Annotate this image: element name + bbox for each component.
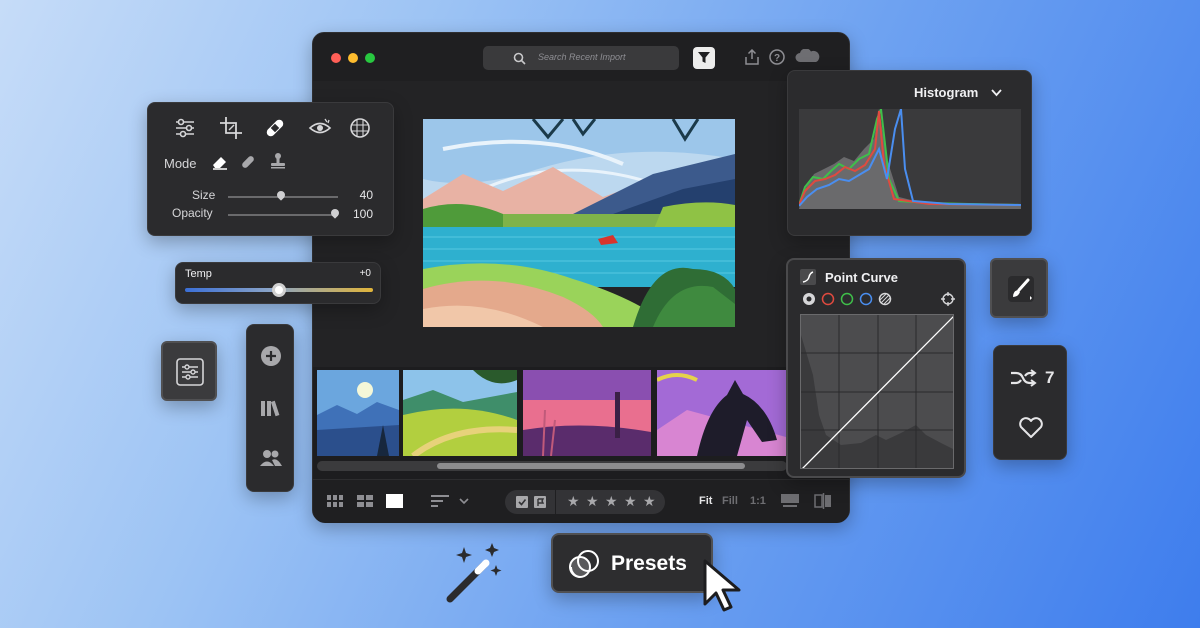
target-adjust-icon[interactable] [941,292,955,306]
pick-flag-icon[interactable] [516,496,528,508]
left-tool-rail [246,324,294,492]
sort-icon[interactable] [431,495,449,507]
scrollbar-thumb[interactable] [437,463,745,469]
histogram-plot [798,108,1022,209]
zoom-one-to-one[interactable]: 1:1 [750,495,766,507]
minimize-window-button[interactable] [348,53,358,63]
heart-icon[interactable] [1018,417,1044,439]
parametric-curve-icon[interactable] [878,292,892,306]
bandage-icon[interactable] [262,115,288,141]
temp-slider-panel: Temp +0 [175,262,381,304]
help-icon[interactable]: ? [769,49,785,65]
share-icon[interactable] [745,49,759,65]
filter-button[interactable] [693,47,715,69]
filmstrip [317,370,797,456]
zoom-fill[interactable]: Fill [722,495,738,507]
sliders-icon[interactable] [172,115,198,141]
temp-label: Temp [185,268,212,280]
chevron-down-icon[interactable] [991,89,1002,97]
filmstrip-thumb[interactable] [403,370,517,456]
cursor-icon [703,559,741,612]
flag-rating-bar: ★ ★ ★ ★ ★ [505,490,665,514]
chevron-down-icon[interactable] [459,498,469,505]
reject-flag-icon[interactable] [534,496,546,508]
adjustments-button[interactable] [161,341,217,401]
zoom-fit[interactable]: Fit [699,495,712,507]
stamp-icon[interactable] [269,152,287,170]
heal-icon[interactable] [239,153,257,171]
point-curve-panel: Point Curve [786,258,966,478]
split-view-icon[interactable] [814,493,832,509]
size-label: Size [192,188,216,202]
search-icon [513,52,526,65]
size-slider-knob[interactable] [275,189,287,201]
remix-card: 7 [993,345,1067,460]
star-rating[interactable]: ★ ★ ★ ★ ★ [567,494,657,510]
close-window-button[interactable] [331,53,341,63]
filmstrip-thumb[interactable] [523,370,651,456]
curve-icon [800,269,816,285]
blue-channel-icon[interactable] [859,292,873,306]
opacity-value: 100 [352,207,373,221]
eraser-icon[interactable] [211,153,229,171]
presets-button[interactable]: Presets [551,533,713,593]
mode-label: Mode [164,156,197,171]
size-value: 40 [359,188,373,202]
temp-value: +0 [359,268,371,279]
point-curve-title: Point Curve [825,270,898,285]
detail-view-icon[interactable] [386,494,403,508]
svg-text:?: ? [774,53,780,64]
filmstrip-thumb[interactable] [657,370,797,456]
filmstrip-thumb[interactable] [317,370,399,456]
filmstrip-scrollbar[interactable] [317,461,787,471]
plus-icon[interactable] [260,345,282,367]
rgb-channel-icon[interactable] [802,292,816,306]
search-input[interactable]: Search Recent Import [483,46,679,70]
search-placeholder: Search Recent Import [538,52,626,62]
divider [555,490,556,514]
compare-icon[interactable] [781,494,799,508]
presets-label: Presets [611,552,687,575]
presets-icon [569,550,599,578]
redeye-icon[interactable] [307,115,333,141]
main-photo [423,119,735,327]
square-grid-icon[interactable] [357,495,373,507]
curve-graph[interactable] [800,314,954,469]
healing-tool-panel: Mode Size 40 Opacity 100 [147,102,394,236]
histogram-panel: Histogram [787,70,1032,236]
people-icon[interactable] [259,449,283,467]
sliders-icon [176,358,204,386]
remix-icon[interactable] [1009,368,1037,388]
filter-icon [698,52,710,63]
opacity-slider-knob[interactable] [329,207,341,219]
library-icon[interactable] [260,398,282,418]
remix-count: 7 [1045,368,1055,387]
mask-icon[interactable] [347,115,373,141]
brush-icon [1008,276,1034,302]
opacity-slider[interactable] [228,214,338,216]
red-channel-icon[interactable] [821,292,835,306]
maximize-window-button[interactable] [365,53,375,63]
grid-view-icon[interactable] [327,495,343,507]
histogram-title: Histogram [914,85,979,100]
title-bar: Search Recent Import ? [313,33,849,81]
brush-button[interactable] [990,258,1048,318]
crop-icon[interactable] [218,115,244,141]
opacity-label: Opacity [172,206,213,220]
cloud-icon[interactable] [795,49,821,63]
green-channel-icon[interactable] [840,292,854,306]
temp-slider-knob[interactable] [272,283,286,297]
bottom-toolbar: ★ ★ ★ ★ ★ Fit Fill 1:1 [313,479,849,523]
magic-wand-icon [446,543,502,603]
